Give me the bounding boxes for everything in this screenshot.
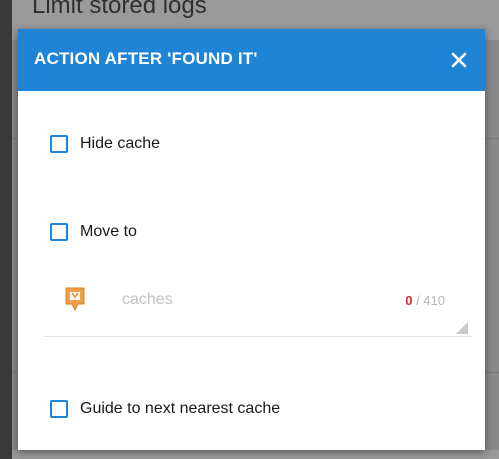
move-to-checkbox[interactable]	[50, 223, 68, 241]
total-count: / 410	[416, 293, 445, 308]
hide-cache-label: Hide cache	[80, 135, 161, 152]
background-left-strip	[0, 0, 12, 459]
guide-next-label: Guide to next nearest cache	[80, 400, 281, 417]
close-button[interactable]	[443, 44, 475, 76]
geocache-folder-icon	[64, 286, 86, 312]
background-title: Limit stored logs	[32, 0, 207, 19]
dropdown-corner-icon	[456, 322, 468, 334]
background-footer	[12, 450, 499, 459]
guide-next-option[interactable]: Guide to next nearest cache	[50, 395, 280, 423]
selected-count: 0	[405, 293, 413, 308]
folder-count: 0 / 410	[405, 293, 445, 308]
folder-select-field[interactable]: caches 0 / 410	[44, 281, 472, 337]
found-it-action-dialog: ACTION AFTER 'FOUND IT' Hide cache Move …	[18, 29, 485, 450]
hide-cache-option[interactable]: Hide cache	[50, 130, 160, 158]
dialog-header: ACTION AFTER 'FOUND IT'	[18, 29, 485, 91]
move-to-option[interactable]: Move to	[50, 218, 137, 246]
dialog-title: ACTION AFTER 'FOUND IT'	[34, 49, 258, 68]
field-underline	[44, 336, 472, 337]
close-icon	[451, 52, 467, 68]
folder-name: caches	[122, 291, 173, 308]
hide-cache-checkbox[interactable]	[50, 135, 68, 153]
guide-next-checkbox[interactable]	[50, 400, 68, 418]
move-to-label: Move to	[80, 223, 137, 240]
